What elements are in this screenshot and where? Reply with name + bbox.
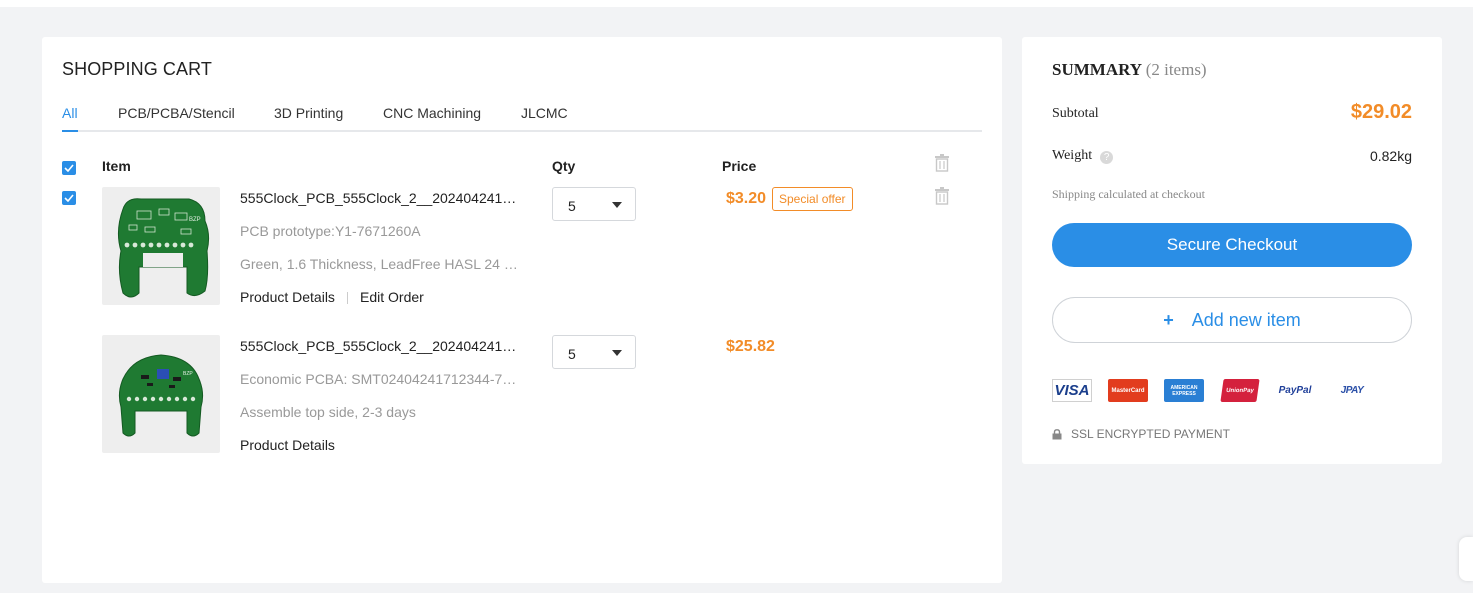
subtotal-label: Subtotal (1052, 106, 1099, 121)
product-details-link[interactable]: Product Details (240, 289, 335, 305)
tab-pcb-pcba-stencil[interactable]: PCB/PCBA/Stencil (118, 105, 235, 132)
category-tabs: All PCB/PCBA/Stencil 3D Printing CNC Mac… (62, 104, 982, 132)
summary-title: SUMMARY (2 items) (1052, 60, 1207, 80)
lock-icon (1052, 428, 1062, 439)
item-checkbox[interactable] (62, 191, 76, 205)
tab-cnc-machining[interactable]: CNC Machining (383, 105, 481, 132)
summary-item-count: (2 items) (1145, 60, 1207, 79)
svg-text:BZP: BZP (189, 217, 201, 223)
pcb-product-thumbnail[interactable]: BZP (102, 187, 220, 305)
top-bar (0, 0, 1473, 7)
unionpay-icon: UnionPay (1220, 379, 1260, 402)
item-order-number: Economic PCBA: SMT02404241712344-7… (240, 371, 517, 387)
add-new-item-button[interactable]: + Add new item (1052, 297, 1412, 343)
column-header-item: Item (102, 158, 131, 174)
item-price: $25.82 (726, 338, 775, 355)
quantity-select[interactable]: 5 (552, 187, 636, 221)
ssl-notice: SSL ENCRYPTED PAYMENT (1052, 427, 1230, 441)
tab-3d-printing[interactable]: 3D Printing (274, 105, 343, 132)
summary-title-text: SUMMARY (1052, 60, 1142, 79)
quantity-value: 5 (568, 346, 576, 362)
column-header-qty: Qty (552, 158, 576, 174)
select-all-checkbox[interactable] (62, 161, 76, 175)
caret-down-icon (612, 350, 622, 356)
weight-value: 0.82kg (1369, 148, 1412, 164)
plus-icon: + (1163, 309, 1174, 330)
weight-label-row: Weight? (1052, 148, 1114, 164)
link-separator (347, 292, 348, 304)
item-order-number: PCB prototype:Y1-7671260A (240, 223, 421, 239)
side-panel-handle[interactable] (1459, 537, 1473, 581)
edit-order-link[interactable]: Edit Order (360, 289, 424, 305)
ssl-text: SSL ENCRYPTED PAYMENT (1071, 427, 1230, 441)
pcb-board-image: BZP (117, 198, 210, 298)
mastercard-icon: MasterCard (1108, 379, 1148, 402)
secure-checkout-button[interactable]: Secure Checkout (1052, 223, 1412, 267)
weight-label: Weight (1052, 148, 1093, 163)
column-header-price: Price (722, 158, 757, 174)
subtotal-value: $29.02 (1350, 101, 1412, 123)
american-express-icon: AMERICAN EXPRESS (1164, 379, 1204, 402)
special-offer-badge: Special offer (772, 187, 853, 211)
svg-text:BZP: BZP (183, 371, 193, 377)
item-name[interactable]: 555Clock_PCB_555Clock_2__202404241… (240, 190, 516, 206)
quantity-value: 5 (568, 198, 576, 214)
shipping-note: Shipping calculated at checkout (1052, 187, 1205, 201)
caret-down-icon (612, 202, 622, 208)
cart-title: SHOPPING CART (62, 59, 212, 79)
shopping-cart-panel: SHOPPING CART All PCB/PCBA/Stencil 3D Pr… (42, 37, 1002, 583)
check-icon (64, 164, 74, 172)
item-price: $3.20 (726, 190, 767, 207)
quantity-select[interactable]: 5 (552, 335, 636, 369)
add-new-item-label: Add new item (1191, 309, 1301, 330)
item-spec: Green, 1.6 Thickness, LeadFree HASL 24 … (240, 256, 518, 272)
item-spec: Assemble top side, 2-3 days (240, 404, 416, 420)
jpay-icon: JPAY (1340, 385, 1364, 396)
check-icon (64, 194, 74, 202)
pcba-product-thumbnail[interactable]: BZP (102, 335, 220, 453)
pcba-board-image: BZP (118, 354, 204, 437)
tab-jlcmc[interactable]: JLCMC (521, 105, 568, 132)
paypal-icon: PayPal (1278, 385, 1312, 396)
delete-all-trash-icon[interactable] (934, 154, 950, 172)
tab-all[interactable]: All (62, 105, 78, 132)
product-details-link[interactable]: Product Details (240, 437, 335, 453)
delete-item-trash-icon[interactable] (934, 187, 950, 205)
order-summary-panel: SUMMARY (2 items) Subtotal $29.02 Weight… (1022, 37, 1442, 464)
question-mark-icon[interactable]: ? (1100, 151, 1114, 164)
item-name[interactable]: 555Clock_PCB_555Clock_2__202404241… (240, 338, 516, 354)
visa-icon: VISA (1052, 379, 1092, 402)
